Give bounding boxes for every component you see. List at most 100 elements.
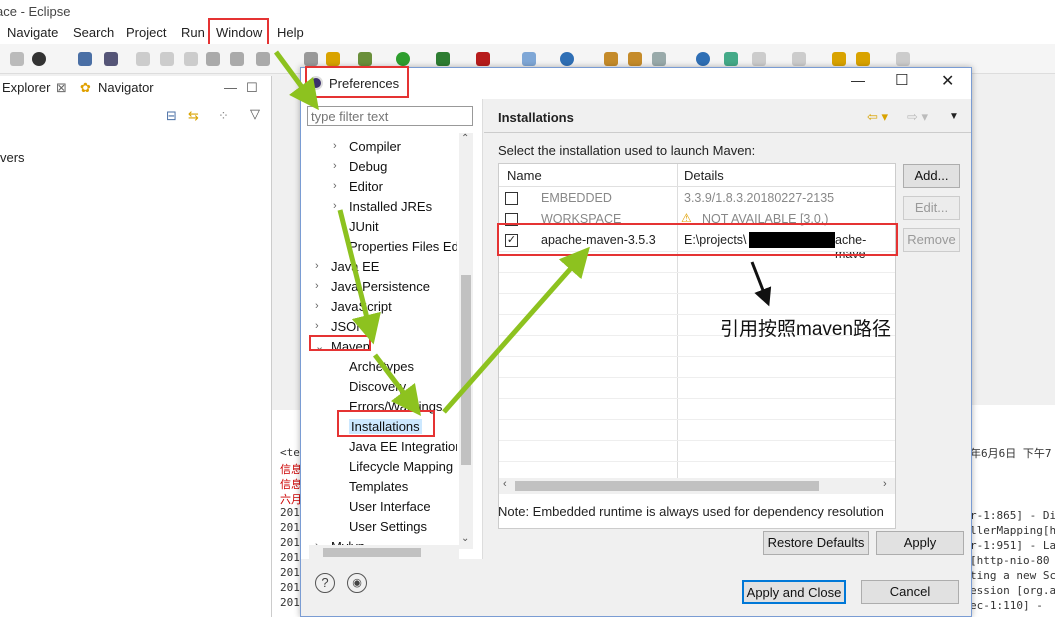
collapse-all-icon[interactable]: ⊟ bbox=[166, 108, 177, 124]
collapsed-arrow-icon[interactable]: › bbox=[315, 260, 327, 272]
toolbar-icon[interactable] bbox=[256, 52, 270, 66]
tree-horizontal-scrollbar[interactable] bbox=[309, 545, 459, 559]
toolbar-icon[interactable] bbox=[652, 52, 666, 66]
scroll-left-icon[interactable]: ‹ bbox=[503, 478, 507, 490]
console-line: <te bbox=[280, 446, 300, 459]
folder-icon[interactable] bbox=[628, 52, 642, 66]
folder-icon[interactable] bbox=[604, 52, 618, 66]
toolbar-icon[interactable] bbox=[136, 52, 150, 66]
view-menu-icon[interactable]: ▼ bbox=[949, 111, 959, 122]
collapsed-arrow-icon[interactable]: › bbox=[333, 160, 345, 172]
tree-item[interactable]: Archetypes bbox=[349, 359, 414, 374]
tree-item[interactable]: User Interface bbox=[349, 499, 431, 514]
tree-item[interactable]: Editor bbox=[349, 179, 383, 194]
run-icon[interactable] bbox=[396, 52, 410, 66]
filter-icon[interactable]: ⁘ bbox=[218, 108, 229, 124]
maximize-button[interactable]: ☐ bbox=[895, 71, 908, 89]
navigator-icon: ✿ bbox=[80, 80, 91, 95]
debug-icon[interactable] bbox=[358, 52, 372, 66]
toolbar-icon[interactable] bbox=[436, 52, 450, 66]
table-horizontal-scrollbar[interactable]: ‹ › bbox=[499, 478, 895, 494]
tree-vertical-scrollbar[interactable]: ⌃ ⌄ bbox=[459, 133, 473, 549]
tree-item[interactable]: Templates bbox=[349, 479, 408, 494]
column-header-details[interactable]: Details bbox=[684, 168, 724, 183]
restore-defaults-button[interactable]: Restore Defaults bbox=[763, 531, 869, 555]
link-editor-icon[interactable]: ⇆ bbox=[188, 108, 199, 124]
toolbar-icon[interactable] bbox=[522, 52, 536, 66]
toolbar-icon[interactable] bbox=[160, 52, 174, 66]
view-menu-icon[interactable]: ▽ bbox=[250, 106, 260, 122]
tree-item[interactable]: Lifecycle Mapping bbox=[349, 459, 453, 474]
apply-and-close-button[interactable]: Apply and Close bbox=[742, 580, 846, 604]
cancel-button[interactable]: Cancel bbox=[861, 580, 959, 604]
tree-item[interactable]: Discovery bbox=[349, 379, 406, 394]
column-header-name[interactable]: Name bbox=[507, 168, 542, 183]
tree-item[interactable]: JSON bbox=[331, 319, 366, 334]
menu-run[interactable]: Run bbox=[181, 25, 205, 40]
tree-item[interactable]: Installed JREs bbox=[349, 199, 432, 214]
toolbar-icon[interactable] bbox=[104, 52, 118, 66]
tree-item[interactable]: Java EE Integration bbox=[349, 439, 457, 454]
menu-navigate[interactable]: Navigate bbox=[7, 25, 58, 40]
back-icon[interactable]: ⇦ ▾ bbox=[867, 109, 888, 125]
edit-button[interactable]: Edit... bbox=[903, 196, 960, 220]
toolbar-icon[interactable] bbox=[230, 52, 244, 66]
row-checkbox[interactable] bbox=[505, 192, 518, 205]
toolbar-icon[interactable] bbox=[326, 52, 340, 66]
toolbar-icon[interactable] bbox=[752, 52, 766, 66]
tree-item[interactable]: Debug bbox=[349, 159, 387, 174]
menu-search[interactable]: Search bbox=[73, 25, 114, 40]
back-icon[interactable] bbox=[856, 52, 870, 66]
toolbar-icon[interactable] bbox=[792, 52, 806, 66]
toolbar-icon[interactable] bbox=[184, 52, 198, 66]
toolbar-icon[interactable] bbox=[10, 52, 24, 66]
toolbar-icon[interactable] bbox=[724, 52, 738, 66]
tab-navigator[interactable]: Navigator bbox=[98, 80, 154, 95]
toolbar-icon[interactable] bbox=[476, 52, 490, 66]
globe-icon[interactable] bbox=[696, 52, 710, 66]
toolbar-icon[interactable] bbox=[832, 52, 846, 66]
scrollbar-thumb[interactable] bbox=[461, 275, 471, 465]
collapsed-arrow-icon[interactable]: › bbox=[333, 200, 345, 212]
scroll-right-icon[interactable]: › bbox=[883, 478, 887, 490]
forward-icon[interactable]: ⇨ ▾ bbox=[907, 109, 928, 125]
tree-item[interactable]: Properties Files Ed bbox=[349, 239, 457, 254]
forward-icon[interactable] bbox=[896, 52, 910, 66]
tree-item[interactable]: Compiler bbox=[349, 139, 401, 154]
close-icon[interactable]: ⊠ bbox=[56, 80, 67, 96]
menu-help[interactable]: Help bbox=[277, 25, 304, 40]
table-row[interactable]: EMBEDDED 3.3.9/1.8.3.20180227-2135 bbox=[499, 188, 895, 209]
maximize-icon[interactable]: ☐ bbox=[246, 80, 258, 96]
collapsed-arrow-icon[interactable]: › bbox=[333, 140, 345, 152]
toolbar-icon[interactable] bbox=[78, 52, 92, 66]
minimize-button[interactable]: — bbox=[851, 72, 865, 88]
toolbar-icon[interactable] bbox=[206, 52, 220, 66]
collapsed-arrow-icon[interactable]: › bbox=[315, 280, 327, 292]
tree-item[interactable]: Java EE bbox=[331, 259, 379, 274]
scrollbar-thumb[interactable] bbox=[515, 481, 819, 491]
scrollbar-thumb[interactable] bbox=[323, 548, 421, 557]
tab-explorer[interactable]: Explorer bbox=[2, 80, 50, 95]
scroll-down-icon[interactable]: ⌄ bbox=[461, 533, 469, 544]
apply-button[interactable]: Apply bbox=[876, 531, 964, 555]
menu-project[interactable]: Project bbox=[126, 25, 166, 40]
toolbar-icon[interactable] bbox=[304, 52, 318, 66]
close-button[interactable]: ✕ bbox=[941, 71, 954, 91]
tree-item[interactable]: User Settings bbox=[349, 519, 427, 534]
tree-item[interactable]: JavaScript bbox=[331, 299, 392, 314]
toolbar-icon[interactable] bbox=[560, 52, 574, 66]
tree-item[interactable]: vers bbox=[0, 150, 25, 165]
tree-item[interactable]: JUnit bbox=[349, 219, 379, 234]
minimize-icon[interactable]: — bbox=[224, 80, 237, 95]
collapsed-arrow-icon[interactable]: › bbox=[333, 180, 345, 192]
add-button[interactable]: Add... bbox=[903, 164, 960, 188]
user-icon[interactable] bbox=[32, 52, 46, 66]
scroll-up-icon[interactable]: ⌃ bbox=[461, 133, 469, 144]
help-icon[interactable]: ? bbox=[315, 573, 335, 593]
collapsed-arrow-icon[interactable]: › bbox=[315, 300, 327, 312]
collapsed-arrow-icon[interactable]: › bbox=[315, 320, 327, 332]
remove-button[interactable]: Remove bbox=[903, 228, 960, 252]
tree-item[interactable]: Java Persistence bbox=[331, 279, 430, 294]
import-export-icon[interactable]: ◉ bbox=[347, 573, 367, 593]
filter-input[interactable] bbox=[307, 106, 473, 126]
